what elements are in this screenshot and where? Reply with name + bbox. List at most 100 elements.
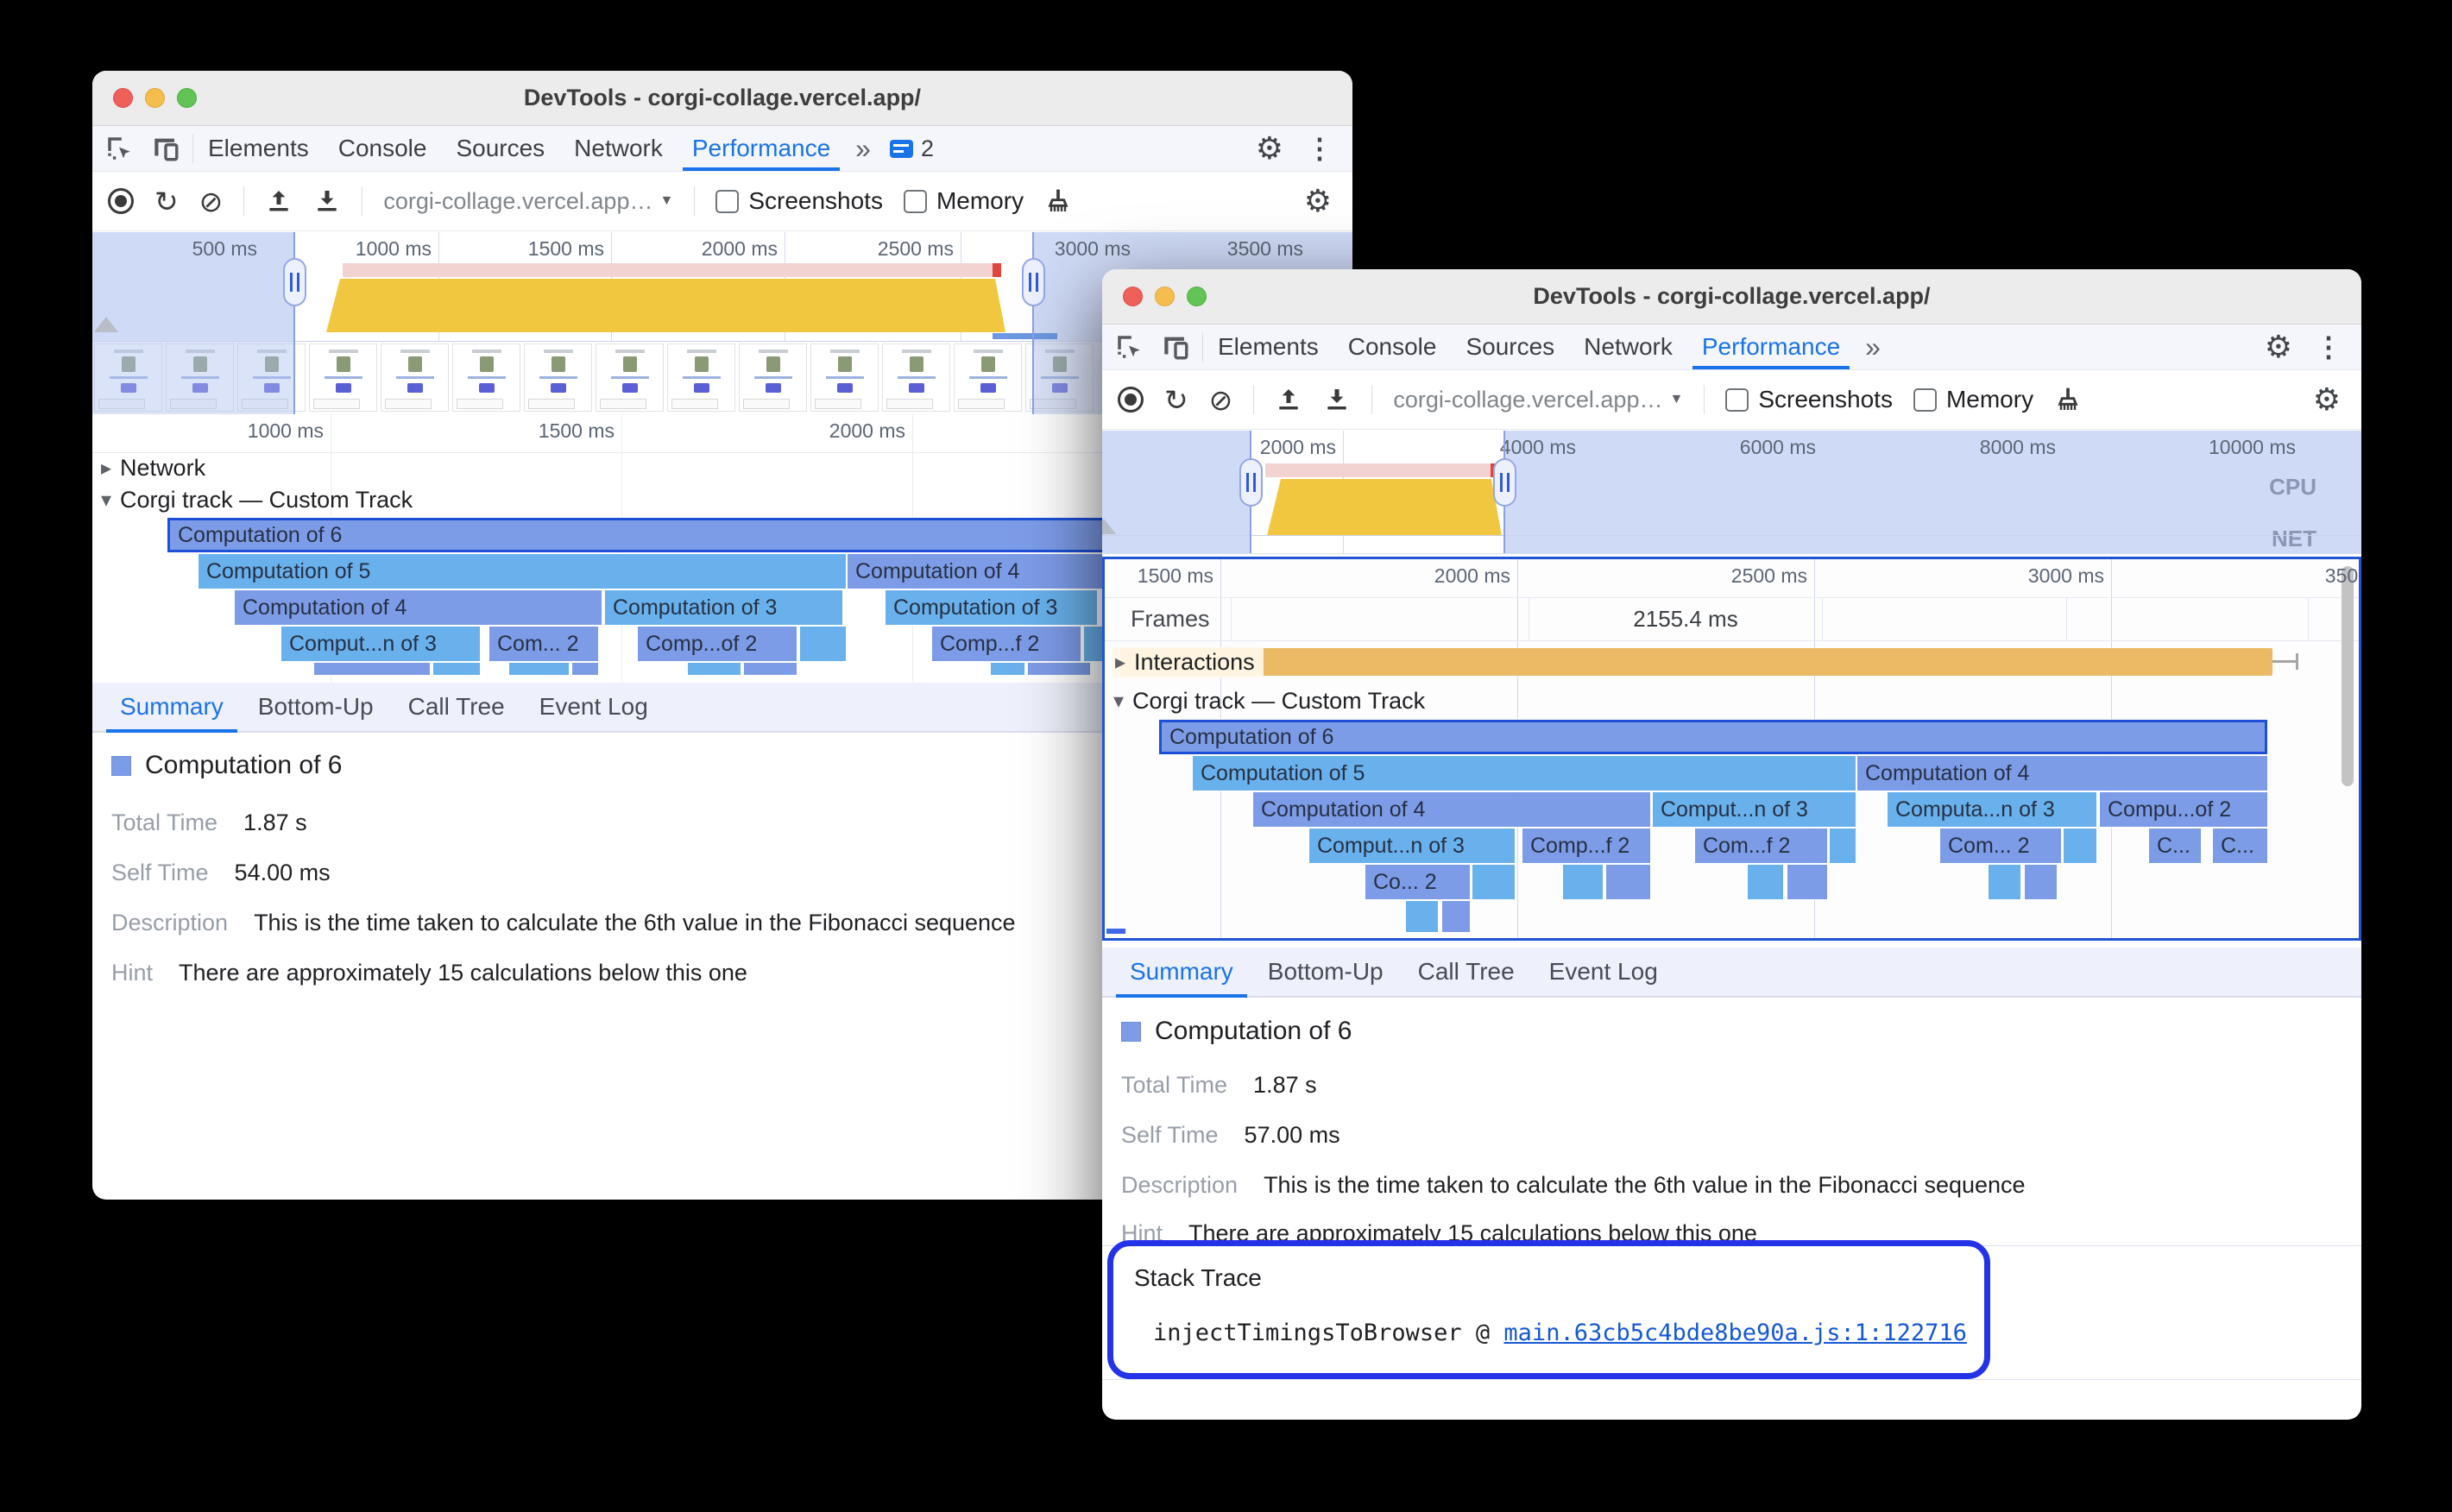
issues-counter[interactable]: 2 [881,126,942,171]
disclosure-triangle-icon[interactable]: ▾ [101,488,111,513]
tab-event-log[interactable]: Event Log [1535,948,1672,996]
capture-settings-gear-icon[interactable]: ⚙ [1304,186,1332,217]
screenshots-checkbox[interactable]: Screenshots [1725,386,1893,413]
flame-bar-computation-of-3[interactable]: Computation of 3 [886,590,1097,625]
clear-recording-button[interactable]: ⊘ [1209,386,1233,414]
settings-gear-icon[interactable]: ⚙ [2265,331,2292,362]
clear-recording-button[interactable]: ⊘ [199,187,224,216]
flame-bar-co-2[interactable]: Co... 2 [1365,865,1470,899]
flame-bar[interactable] [1830,828,1856,863]
flame-bar[interactable] [1606,865,1650,899]
scrollbar-thumb[interactable] [2342,566,2354,786]
interactions-track[interactable]: ▸ Interactions [1105,640,2359,684]
flame-bar[interactable] [572,663,598,675]
disclosure-triangle-icon[interactable]: ▸ [101,456,111,481]
tab-elements[interactable]: Elements [193,126,324,171]
filmstrip-thumbnail[interactable] [524,343,592,412]
flame-bar[interactable] [509,663,569,675]
flame-bar[interactable] [2064,828,2096,863]
filmstrip-thumbnail[interactable] [309,343,377,412]
tab-network[interactable]: Network [559,126,678,171]
record-button[interactable] [108,188,134,214]
frames-track[interactable]: Frames 2155.4 ms [1105,597,2359,641]
flame-bar-compu-of-2[interactable]: Compu...of 2 [2100,792,2267,827]
flame-bar[interactable] [1028,663,1090,675]
save-profile-icon[interactable] [1323,386,1351,413]
flame-bar-computation-of-6[interactable]: Computation of 6 [167,518,1186,552]
selection-handle-left[interactable] [283,258,306,306]
flame-bar[interactable] [800,627,846,661]
flame-bar[interactable] [1989,865,2020,899]
flame-bar[interactable] [314,663,430,675]
tab-event-log[interactable]: Event Log [526,683,662,731]
flame-bar[interactable] [1748,865,1783,899]
flame-bar[interactable] [1472,865,1515,899]
interactions-label[interactable]: ▸ Interactions [1112,647,1264,677]
screenshots-checkbox[interactable]: Screenshots [715,187,883,215]
title-bar[interactable]: DevTools - corgi-collage.vercel.app/ [1102,269,2361,324]
flame-bar-comp-f-2[interactable]: Comp...f 2 [932,627,1081,661]
history-dropdown[interactable]: corgi-collage.vercel.app… ▼ [1393,387,1683,413]
record-button[interactable] [1118,387,1144,413]
flame-bar-comput-n-of-3[interactable]: Comput...n of 3 [281,627,480,661]
reload-and-record-button[interactable]: ↻ [1164,386,1188,414]
history-dropdown[interactable]: corgi-collage.vercel.app… ▼ [383,188,673,215]
flame-bar[interactable] [1406,901,1438,932]
tab-network[interactable]: Network [1569,324,1687,369]
flame-bar-computation-of-6[interactable]: Computation of 6 [1159,720,2267,754]
track-corgi[interactable]: ▾ Corgi track — Custom Track [1105,684,2359,718]
flame-bar[interactable] [744,663,797,675]
tab-sources[interactable]: Sources [1451,324,1569,369]
more-panels-chevron-icon[interactable]: » [845,126,881,171]
more-options-icon[interactable]: ⋮ [2315,331,2342,363]
checkbox-box[interactable] [903,189,927,213]
filmstrip-thumbnail[interactable] [381,343,449,412]
tab-call-tree[interactable]: Call Tree [1404,948,1529,996]
inspect-element-icon[interactable] [104,134,134,163]
flame-bar[interactable] [433,663,480,675]
gc-broom-icon[interactable] [2054,386,2082,413]
flame-chart-panel[interactable]: Frames 2155.4 ms ▸ Interactions ▾ Corgi … [1102,557,2361,941]
flame-bar-com-2[interactable]: Com... 2 [1940,828,2061,863]
flame-bar[interactable] [2025,865,2057,899]
save-profile-icon[interactable] [313,187,341,215]
filmstrip-thumbnail[interactable] [452,343,520,412]
tab-console[interactable]: Console [1333,324,1452,369]
filmstrip-thumbnail[interactable] [882,343,950,412]
selection-handle-right[interactable] [1022,258,1045,306]
gc-broom-icon[interactable] [1044,187,1072,215]
flame-bar[interactable] [688,663,741,675]
filmstrip-thumbnail[interactable] [667,343,735,412]
source-location-link[interactable]: main.63cb5c4bde8be90a.js:1:122716 [1503,1320,1966,1346]
filmstrip-thumbnail[interactable] [954,343,1022,412]
flame-bar-computation-of-4[interactable]: Computation of 4 [1253,792,1650,827]
flame-bar[interactable] [1563,865,1603,899]
disclosure-triangle-icon[interactable]: ▾ [1113,689,1124,714]
capture-settings-gear-icon[interactable]: ⚙ [2313,384,2341,415]
tab-summary[interactable]: Summary [106,683,237,733]
flame-bar-comp-of-2[interactable]: Comp...of 2 [638,627,797,661]
flame-bar[interactable] [991,663,1024,675]
more-options-icon[interactable]: ⋮ [1306,132,1333,165]
load-profile-icon[interactable] [1275,386,1302,413]
flame-bar-computation-of-4[interactable]: Computation of 4 [235,590,602,625]
flame-bar-comput-n-of-3[interactable]: Comput...n of 3 [1309,828,1515,863]
more-panels-chevron-icon[interactable]: » [1855,324,1891,369]
tab-performance[interactable]: Performance [1687,324,1855,369]
tab-sources[interactable]: Sources [441,126,559,171]
selection-handle-right[interactable] [1493,458,1516,507]
flame-bar-comp-f-2[interactable]: Comp...f 2 [1522,828,1650,863]
timeline-overview[interactable]: CPU NET 2000 ms 4000 ms 6000 ms 8000 ms 1000… [1102,431,2361,554]
filmstrip-thumbnail[interactable] [739,343,807,412]
title-bar[interactable]: DevTools - corgi-collage.vercel.app/ [92,71,1352,126]
flame-bar-c-[interactable]: C... [2213,828,2267,863]
reload-and-record-button[interactable]: ↻ [154,187,179,216]
tab-call-tree[interactable]: Call Tree [394,683,519,731]
flame-bar-computation-of-5[interactable]: Computation of 5 [1193,756,1856,791]
flame-bar-computation-of-5[interactable]: Computation of 5 [199,554,846,589]
tab-bottom-up[interactable]: Bottom-Up [244,683,388,731]
flame-bar-computation-of-3[interactable]: Computation of 3 [605,590,842,625]
flame-bar-com-f-2[interactable]: Com...f 2 [1695,828,1827,863]
checkbox-box[interactable] [1725,387,1749,412]
checkbox-box[interactable] [715,189,740,213]
